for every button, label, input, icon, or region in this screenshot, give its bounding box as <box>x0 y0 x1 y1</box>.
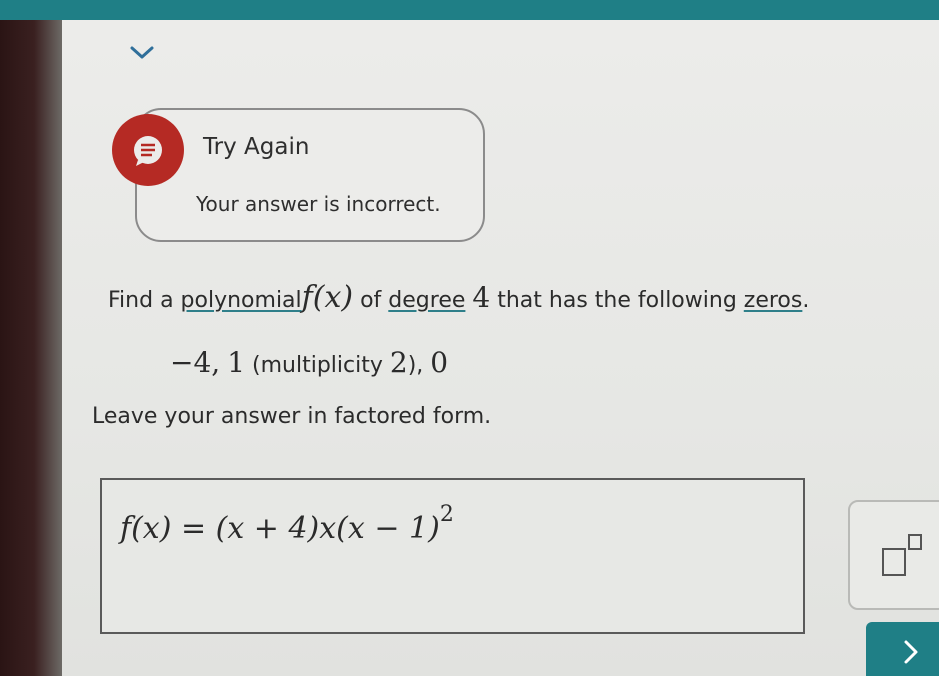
multiplicity-label: (multiplicity <box>252 353 390 378</box>
degree-value: 4 <box>472 281 491 314</box>
question-part: of <box>353 288 389 313</box>
zero-value: −4, <box>170 346 221 379</box>
multiplicity-close: ), <box>407 353 424 378</box>
feedback-title: Try Again <box>203 134 310 160</box>
polynomial-link[interactable]: polynomial <box>181 288 302 313</box>
chevron-down-icon <box>130 46 154 59</box>
function-notation: f(x) <box>301 280 354 315</box>
next-button[interactable] <box>866 622 939 676</box>
chevron-right-icon <box>904 640 918 664</box>
answer-exponent: 2 <box>439 502 454 527</box>
speech-bubble-icon <box>134 136 162 166</box>
question-part: . <box>802 288 810 313</box>
question-part: Find a <box>108 288 181 313</box>
feedback-message: Your answer is incorrect. <box>196 192 441 216</box>
multiplicity-value: 2 <box>389 346 408 379</box>
zeros-link[interactable]: zeros <box>744 288 803 313</box>
degree-link[interactable]: degree <box>388 288 465 313</box>
collapse-button[interactable] <box>125 40 159 66</box>
top-bar <box>0 0 939 20</box>
instruction-text: Leave your answer in factored form. <box>92 404 492 429</box>
exponent-template-icon[interactable] <box>882 534 939 584</box>
exponent-base-box <box>882 548 906 576</box>
question-part: that has the following <box>490 288 744 313</box>
zero-value: 0 <box>430 346 449 379</box>
answer-lhs: f(x) = <box>120 511 216 546</box>
answer-rhs: (x + 4)x(x − 1) <box>215 511 440 546</box>
feedback-icon <box>112 114 184 186</box>
question-text: Find a polynomialf(x) of degree 4 that h… <box>108 280 809 315</box>
answer-expression: f(x) = (x + 4)x(x − 1)2 <box>120 502 454 546</box>
exponent-power-box <box>908 534 922 550</box>
device-bezel <box>0 0 62 676</box>
zero-value: 1 <box>227 346 246 379</box>
feedback-panel <box>135 108 485 242</box>
zeros-list: −4, 1 (multiplicity 2), 0 <box>170 346 448 379</box>
